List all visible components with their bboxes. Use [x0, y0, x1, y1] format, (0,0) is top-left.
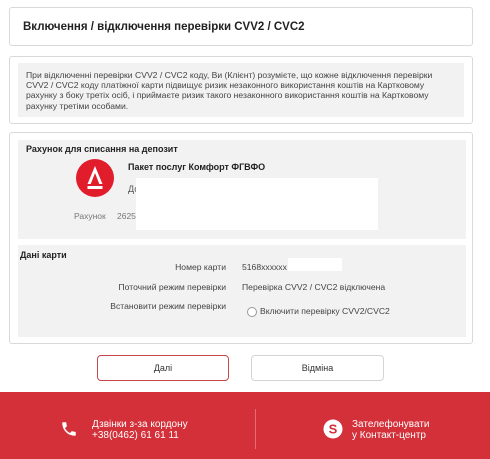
card-number-label: Номер карти	[175, 262, 226, 272]
card-section: Дані карти Номер карти 5168xxxxxx Поточн…	[18, 245, 466, 337]
current-mode-value: Перевірка CVV2 / CVC2 відключена	[242, 282, 386, 292]
page-header: Включення / відключення перевірки CVV2 /…	[9, 7, 473, 46]
redacted-area	[288, 258, 342, 271]
redacted-area	[136, 178, 378, 230]
skype-icon[interactable]: S	[323, 419, 343, 444]
card-section-title: Дані карти	[20, 250, 67, 260]
warning-panel: При відключенні перевірки CVV2 / CVC2 ко…	[9, 56, 473, 124]
phone-icon	[60, 420, 78, 443]
bank-logo-icon	[76, 159, 114, 197]
cancel-button[interactable]: Відміна	[251, 355, 384, 381]
card-number-value: 5168xxxxxx	[242, 262, 287, 272]
page-title: Включення / відключення перевірки CVV2 /…	[23, 21, 305, 33]
account-section: Рахунок для списання на депозит Пакет по…	[18, 140, 466, 239]
footer-divider	[255, 409, 256, 449]
call-abroad-phone: +38(0462) 61 61 11	[92, 430, 179, 441]
current-mode-label: Поточний режим перевірки	[118, 282, 226, 292]
footer: Дзвінки з-за кордону +38(0462) 61 61 11 …	[0, 392, 490, 459]
svg-text:S: S	[329, 422, 338, 437]
set-mode-label: Встановити режим перевірки	[110, 301, 226, 311]
call-abroad-info[interactable]: Дзвінки з-за кордону +38(0462) 61 61 11	[92, 419, 188, 441]
account-label: Рахунок	[74, 211, 106, 221]
call-abroad-label: Дзвінки з-за кордону	[92, 419, 188, 430]
package-name: Пакет послуг Комфорт ФГВФО	[128, 162, 266, 172]
skype-call-label: Зателефонувати	[352, 419, 430, 430]
next-button[interactable]: Далі	[97, 355, 229, 381]
form-panel: Рахунок для списання на депозит Пакет по…	[9, 132, 473, 344]
enable-check-radio-label[interactable]: Включити перевірку CVV2/CVC2	[260, 306, 390, 316]
skype-call-info[interactable]: Зателефонувати у Контакт-центр	[352, 419, 430, 441]
enable-check-radio[interactable]	[247, 307, 257, 317]
warning-text: При відключенні перевірки CVV2 / CVC2 ко…	[18, 63, 464, 117]
account-section-title: Рахунок для списання на депозит	[26, 144, 178, 154]
skype-call-sublabel: у Контакт-центр	[352, 430, 426, 441]
account-number: 2625	[117, 211, 136, 221]
